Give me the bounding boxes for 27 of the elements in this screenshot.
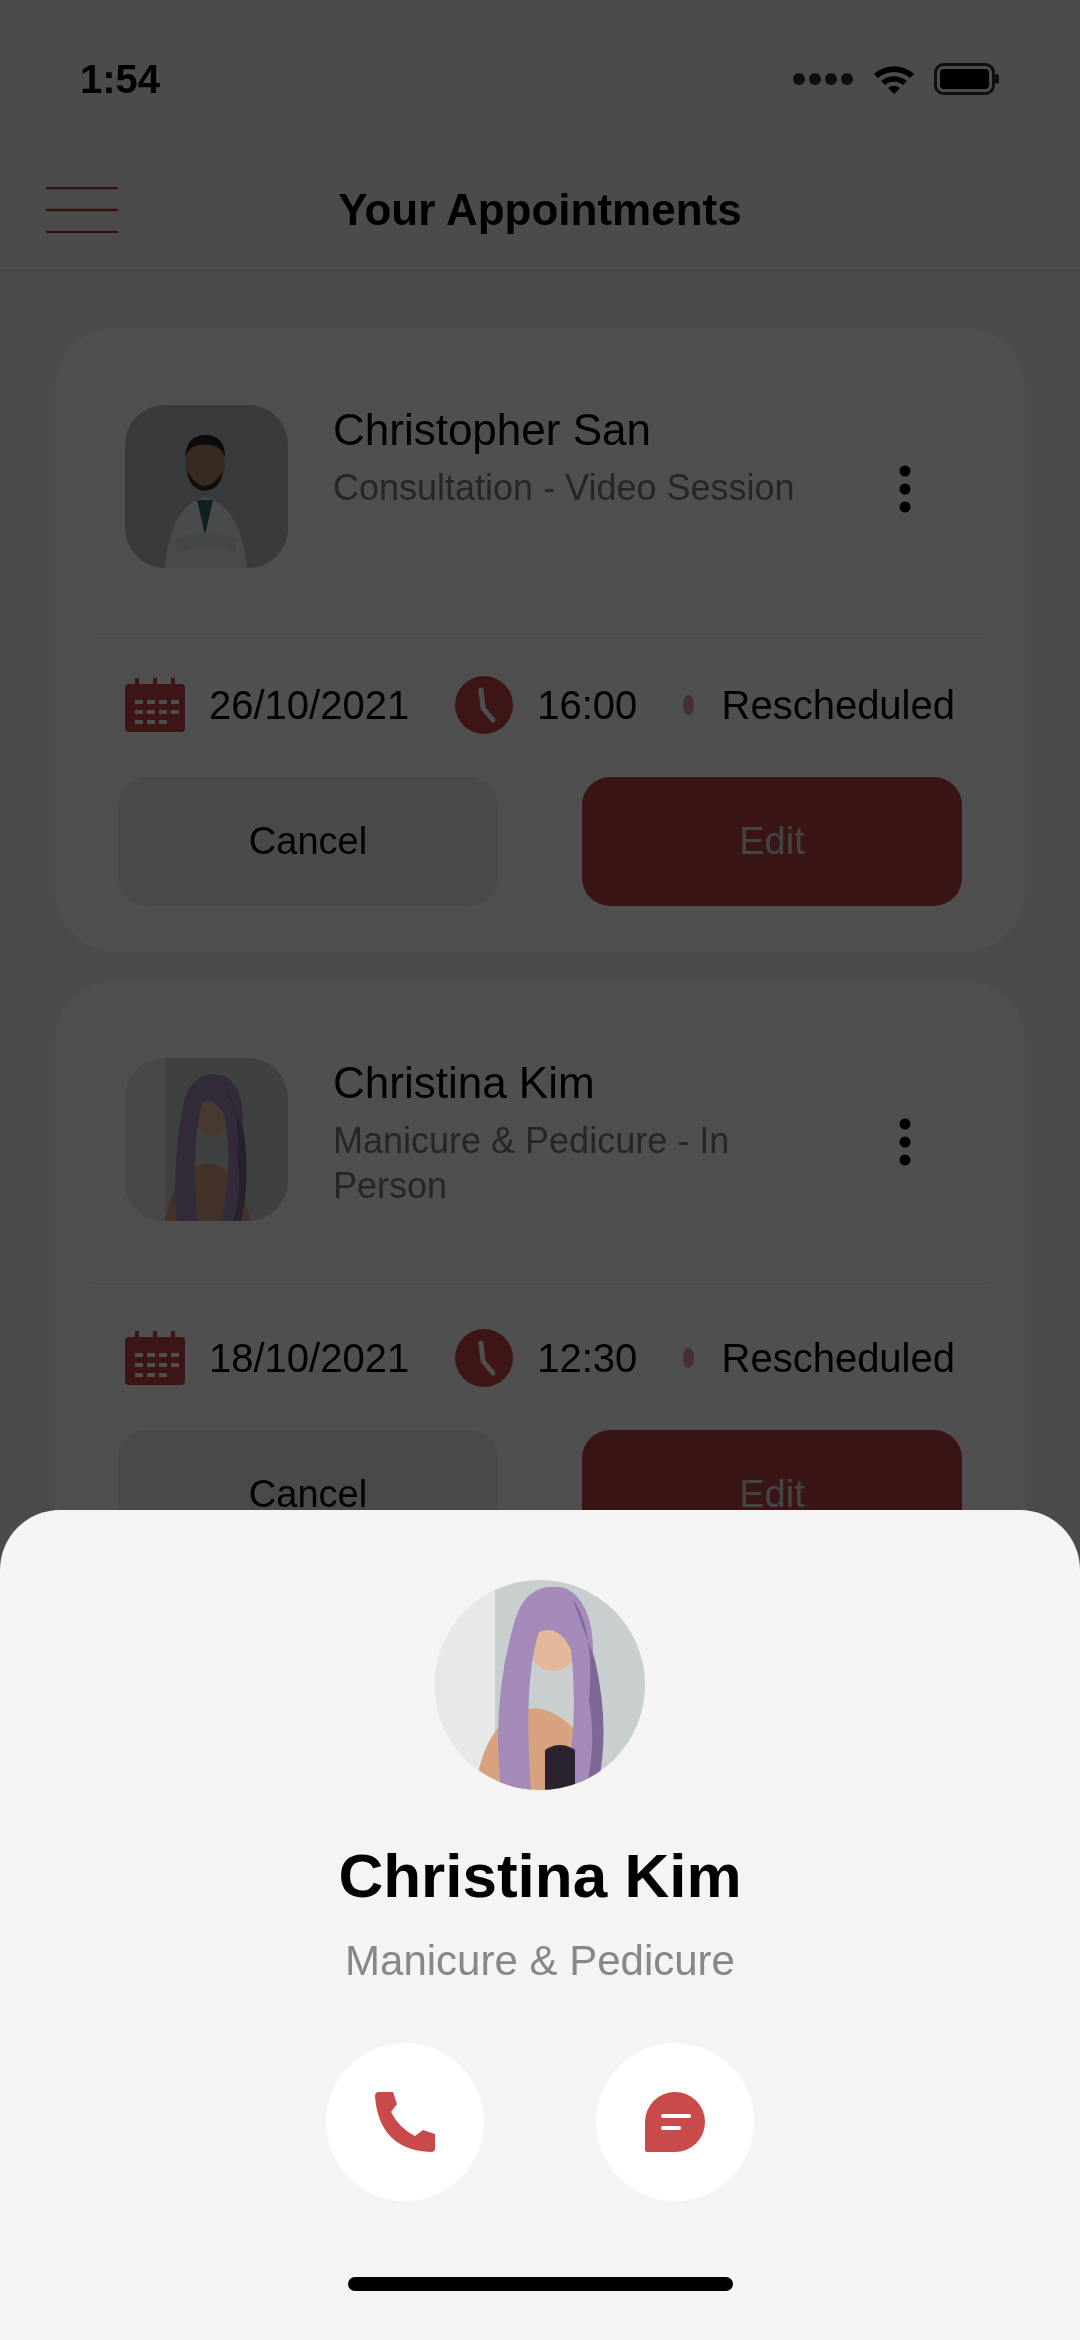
- clock-icon: [455, 676, 514, 734]
- more-options-icon[interactable]: [899, 1118, 911, 1166]
- wifi-icon: [872, 63, 916, 95]
- calendar-icon: [125, 678, 185, 732]
- appointment-status: Rescheduled: [721, 1335, 955, 1381]
- calendar-icon: [125, 1331, 185, 1385]
- status-dot: [683, 695, 694, 715]
- chat-bubble-icon: [643, 2090, 707, 2154]
- cancel-button[interactable]: Cancel: [118, 777, 498, 906]
- appointment-time: 16:00: [537, 682, 638, 728]
- client-name: Christopher San: [333, 405, 652, 455]
- menu-icon[interactable]: [46, 187, 118, 233]
- contact-service: Manicure & Pedicure: [345, 1937, 735, 1985]
- client-name: Christina Kim: [333, 1058, 596, 1108]
- contact-name: Christina Kim: [338, 1840, 742, 1911]
- appointment-time: 12:30: [537, 1335, 638, 1381]
- appointment-date: 26/10/2021: [209, 682, 410, 728]
- status-dot: [683, 1348, 694, 1368]
- battery-icon: [934, 63, 1000, 95]
- phone-icon: [373, 2090, 437, 2154]
- status-time: 1:54: [80, 56, 161, 102]
- screen-title: Your Appointments: [338, 185, 742, 235]
- appointment-date: 18/10/2021: [209, 1335, 410, 1381]
- signal-icon: [792, 72, 854, 86]
- appointment-status: Rescheduled: [721, 682, 955, 728]
- more-options-icon[interactable]: [899, 465, 911, 513]
- clock-icon: [455, 1329, 514, 1387]
